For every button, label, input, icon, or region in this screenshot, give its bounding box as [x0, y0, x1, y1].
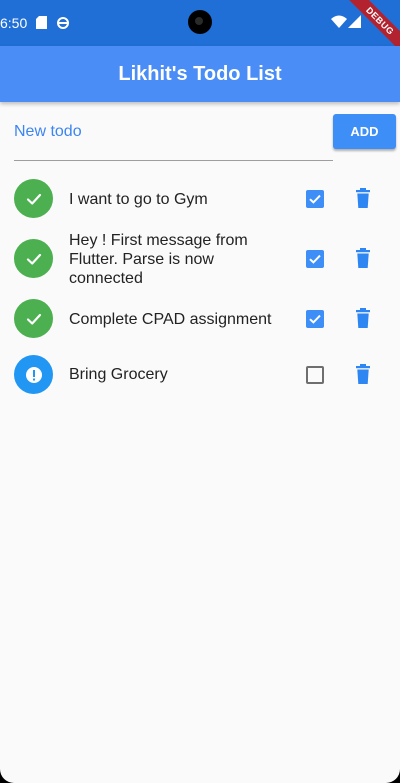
todo-item: I want to go to Gym	[0, 170, 400, 228]
new-todo-input[interactable]	[14, 118, 333, 146]
todo-item: Complete CPAD assignment	[0, 290, 400, 348]
sync-icon	[57, 16, 69, 34]
wifi-icon	[331, 15, 347, 33]
trash-icon	[354, 248, 372, 272]
todo-item: Hey ! First message from Flutter. Parse …	[0, 228, 400, 290]
delete-button[interactable]	[354, 308, 372, 328]
delete-button[interactable]	[354, 188, 372, 208]
new-todo-field[interactable]	[14, 118, 333, 161]
todo-title: Bring Grocery	[69, 366, 168, 383]
status-bar: 6:50 DEBUG	[0, 0, 400, 60]
app-screen: 6:50 DEBUG Likhit's Todo List ADD I want…	[0, 0, 400, 783]
delete-button[interactable]	[354, 248, 372, 268]
check-icon	[24, 249, 44, 269]
trash-icon	[354, 188, 372, 212]
todo-done-checkbox[interactable]	[306, 190, 324, 208]
sd-card-icon	[36, 16, 47, 34]
todo-title: Complete CPAD assignment	[69, 311, 272, 328]
todo-title: I want to go to Gym	[69, 191, 208, 208]
camera-cutout	[188, 10, 212, 34]
error-icon	[24, 365, 44, 385]
signal-icon	[348, 15, 361, 33]
done-status-avatar	[14, 239, 53, 278]
app-title: Likhit's Todo List	[118, 63, 282, 85]
todo-done-checkbox[interactable]	[306, 366, 324, 384]
status-time: 6:50	[0, 15, 28, 31]
todo-done-checkbox[interactable]	[306, 310, 324, 328]
app-bar: Likhit's Todo List	[0, 46, 400, 102]
add-button[interactable]: ADD	[333, 114, 396, 149]
check-icon	[24, 189, 44, 209]
done-status-avatar	[14, 299, 53, 338]
todo-done-checkbox[interactable]	[306, 250, 324, 268]
delete-button[interactable]	[354, 364, 372, 384]
pending-status-avatar	[14, 355, 53, 394]
done-status-avatar	[14, 179, 53, 218]
todo-item: Bring Grocery	[0, 348, 400, 404]
trash-icon	[354, 308, 372, 332]
trash-icon	[354, 364, 372, 388]
todo-title: Hey ! First message from Flutter. Parse …	[69, 232, 248, 287]
check-icon	[24, 309, 44, 329]
